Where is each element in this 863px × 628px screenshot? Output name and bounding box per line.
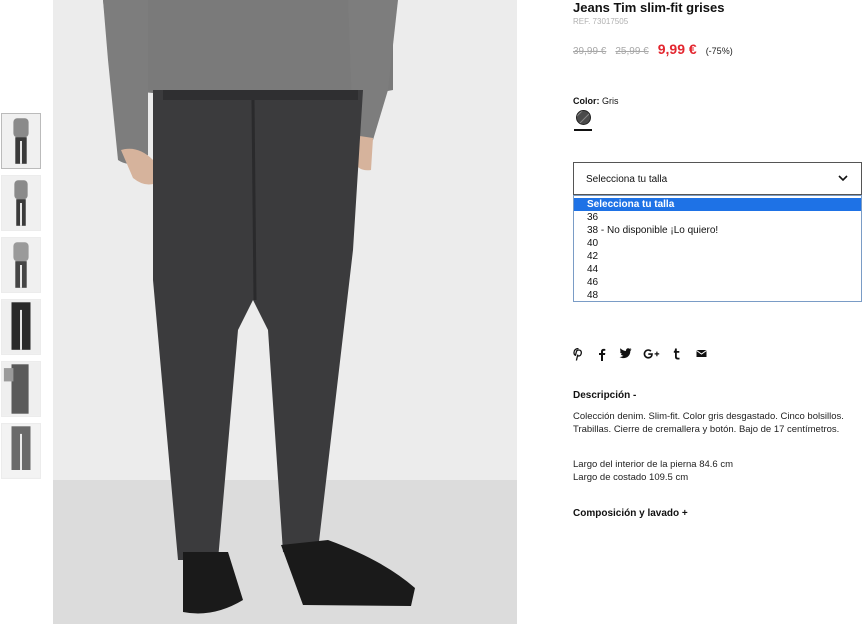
size-option[interactable]: 42	[574, 250, 861, 263]
color-label: Color: Gris	[573, 96, 619, 106]
thumbnail-6[interactable]	[1, 423, 41, 479]
size-option[interactable]: 44	[574, 263, 861, 276]
pinterest-icon[interactable]	[573, 347, 584, 365]
size-option[interactable]: 48	[574, 289, 861, 302]
description-text: Colección denim. Slim-fit. Color gris de…	[573, 411, 844, 435]
description-leg-inseam: Largo del interior de la pierna 84.6 cm	[573, 459, 734, 470]
size-option[interactable]: 40	[574, 237, 861, 250]
thumbnail-1[interactable]	[1, 113, 41, 169]
size-option[interactable]: 38 - No disponible ¡Lo quiero!	[574, 224, 861, 237]
main-product-image[interactable]	[53, 0, 517, 624]
color-swatch-gris[interactable]	[576, 110, 591, 125]
thumbnail-5[interactable]	[1, 361, 41, 417]
tumblr-icon[interactable]	[673, 348, 681, 364]
thumbnail-2[interactable]	[1, 175, 41, 231]
discount-badge: (-75%)	[705, 46, 733, 56]
mail-icon[interactable]	[696, 348, 707, 362]
size-select[interactable]: Selecciona tu talla	[573, 162, 862, 195]
swatch-selected-indicator	[574, 129, 592, 131]
google-plus-icon[interactable]	[643, 348, 660, 364]
product-ref: REF. 73017505	[573, 17, 629, 26]
share-row	[573, 347, 723, 365]
thumbnail-4[interactable]	[1, 299, 41, 355]
size-option[interactable]: 36	[574, 211, 861, 224]
chevron-down-icon	[838, 175, 848, 182]
color-value: Gris	[602, 96, 619, 106]
facebook-icon[interactable]	[598, 348, 606, 365]
price-original: 39,99 €	[573, 46, 607, 57]
price-current: 9,99 €	[657, 41, 697, 57]
price-row: 39,99 € 25,99 € 9,99 € (-75%)	[573, 41, 733, 57]
price-previous: 25,99 €	[615, 46, 649, 57]
color-label-key: Color:	[573, 96, 600, 106]
description-heading[interactable]: Descripción -	[573, 390, 636, 401]
size-option[interactable]: Selecciona tu talla	[574, 198, 861, 211]
size-dropdown-list: Selecciona tu talla 36 38 - No disponibl…	[573, 195, 862, 302]
composition-heading[interactable]: Composición y lavado +	[573, 508, 688, 519]
size-option[interactable]: 46	[574, 276, 861, 289]
product-panel: Jeans Tim slim-fit grises REF. 73017505 …	[573, 0, 863, 628]
twitter-icon[interactable]	[619, 348, 632, 363]
description-side-length: Largo de costado 109.5 cm	[573, 472, 689, 483]
product-title: Jeans Tim slim-fit grises	[573, 0, 725, 15]
size-select-value: Selecciona tu talla	[586, 174, 668, 185]
thumbnail-3[interactable]	[1, 237, 41, 293]
